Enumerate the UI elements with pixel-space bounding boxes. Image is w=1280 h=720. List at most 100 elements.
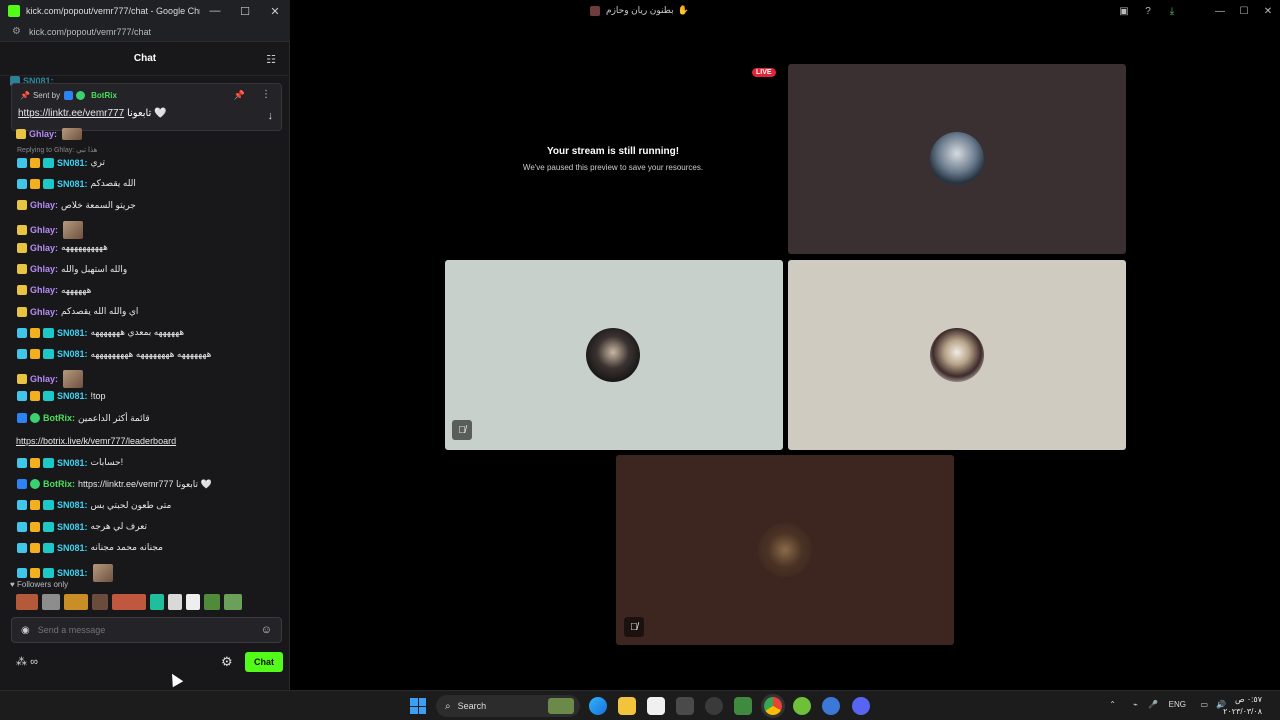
chat-message: SN081: هههههههه ههههههههه هههههههههه xyxy=(17,349,282,360)
windows-start-icon[interactable] xyxy=(410,698,426,714)
pinned-content: https://linktr.ee/vemr777 تابعونا 🤍 xyxy=(18,108,167,119)
emote-item[interactable] xyxy=(168,594,182,610)
chat-text: https://linktr.ee/vemr777 تابعونا 🤍 xyxy=(78,478,212,489)
subscriber-badge-icon xyxy=(17,349,27,360)
app-green-icon[interactable] xyxy=(793,697,811,715)
expand-down-icon[interactable]: ↓ xyxy=(268,110,274,122)
tray-chevron-icon[interactable]: ⌃ xyxy=(1109,700,1116,709)
more-options-icon[interactable]: ⋮ xyxy=(261,89,271,100)
chat-username[interactable]: SN081: xyxy=(57,328,88,338)
file-explorer-icon[interactable] xyxy=(618,697,636,715)
participant-tile[interactable] xyxy=(788,64,1126,254)
emote-item[interactable] xyxy=(16,594,38,610)
minimize-icon[interactable]: — xyxy=(200,5,230,17)
chat-username[interactable]: BotRix: xyxy=(43,479,75,489)
chat-username[interactable]: Ghlay: xyxy=(30,307,58,317)
popout-titlebar: kick.com/popout/vemr777/chat - Google Ch… xyxy=(0,0,290,22)
mic-icon[interactable]: 🎤 xyxy=(1148,700,1158,709)
smiley-icon[interactable]: ☺ xyxy=(261,624,272,636)
chat-username[interactable]: Ghlay: xyxy=(30,200,58,210)
emote-item[interactable] xyxy=(112,594,146,610)
discord-icon[interactable] xyxy=(852,697,870,715)
chat-username[interactable]: SN081: xyxy=(57,522,88,532)
heart-icon: ♥ xyxy=(10,580,15,589)
store-icon[interactable] xyxy=(647,697,665,715)
subscriber-badge-icon xyxy=(17,457,27,468)
crown-badge-icon xyxy=(30,542,40,553)
edge-icon[interactable] xyxy=(589,697,607,715)
chat-message: https://botrix.live/k/vemr777/leaderboar… xyxy=(16,436,281,446)
chat-username[interactable]: Ghlay: xyxy=(30,225,58,235)
live-badge: LIVE xyxy=(752,68,776,77)
emote-item[interactable] xyxy=(186,594,200,610)
chat-footer: ⁂ ∞ ⚙ Chat xyxy=(0,650,290,676)
participant-tile[interactable]: 🎙̸ xyxy=(445,260,783,450)
chat-link[interactable]: https://botrix.live/k/vemr777/leaderboar… xyxy=(16,436,176,446)
chat-message: Ghlay: والله استهبل والله xyxy=(17,264,282,275)
search-highlight-icon xyxy=(548,698,574,714)
pinned-bot-name[interactable]: BotRix xyxy=(91,91,117,100)
language-indicator[interactable]: ENG xyxy=(1169,700,1186,709)
chat-username[interactable]: SN081: xyxy=(57,500,88,510)
chat-username[interactable]: SN081: xyxy=(57,543,88,553)
pinned-link[interactable]: https://linktr.ee/vemr777 xyxy=(18,108,124,119)
sub-badge-icon xyxy=(17,264,27,274)
close-icon[interactable]: ✕ xyxy=(260,5,290,18)
sub-gifter-badge-icon xyxy=(43,500,54,511)
chat-username[interactable]: SN081: xyxy=(57,568,88,578)
close-icon[interactable]: ✕ xyxy=(1256,6,1280,17)
chat-message: Ghlay: ههههههههههه xyxy=(17,242,282,253)
chat-username[interactable]: SN081: xyxy=(57,158,88,168)
site-settings-icon[interactable]: ⚙ xyxy=(12,26,21,37)
crown-badge-icon xyxy=(30,327,40,338)
help-icon[interactable]: ? xyxy=(1136,6,1160,17)
chat-username[interactable]: Ghlay: xyxy=(30,285,58,295)
chat-username[interactable]: Ghlay: xyxy=(30,243,58,253)
participant-tile[interactable] xyxy=(788,260,1126,450)
points-display[interactable]: ⁂ ∞ xyxy=(16,655,38,668)
paused-subtext: We've paused this preview to save your r… xyxy=(522,163,704,172)
pinned-sent-by: Sent by xyxy=(32,91,61,100)
chat-username[interactable]: SN081: xyxy=(57,391,88,401)
pinned-message[interactable]: 📌 Sent by BotRix 📌 ⋮ https://linktr.ee/v… xyxy=(11,83,282,131)
chat-username[interactable]: SN081: xyxy=(57,179,88,189)
download-icon[interactable]: ⤓ xyxy=(1160,6,1184,17)
app-hex-icon[interactable] xyxy=(676,697,694,715)
emote-picker-icon[interactable]: ◉ xyxy=(21,625,30,636)
chat-settings-icon[interactable]: ⚙ xyxy=(221,654,233,670)
popout-url-bar[interactable]: ⚙ kick.com/popout/vemr777/chat xyxy=(0,22,290,42)
message-input[interactable] xyxy=(37,625,238,635)
app-blue-icon[interactable] xyxy=(822,697,840,715)
display-icon[interactable]: ▭ xyxy=(1200,700,1208,709)
pin-icon[interactable]: 📌 xyxy=(234,90,245,101)
chat-username[interactable]: Ghlay: xyxy=(30,264,58,274)
emote-item[interactable] xyxy=(64,594,88,610)
chat-message: Ghlay: جريتو السمعة خلاص xyxy=(17,200,282,211)
chat-username[interactable]: Ghlay: xyxy=(29,129,57,139)
emote-item[interactable] xyxy=(204,594,220,610)
clock-app-icon[interactable] xyxy=(705,697,723,715)
chat-message: Ghlay: xyxy=(17,370,282,388)
chat-username[interactable]: BotRix: xyxy=(43,413,75,423)
taskbar-search[interactable]: ⌕ Search xyxy=(436,695,580,717)
send-chat-button[interactable]: Chat xyxy=(245,652,283,672)
chat-username[interactable]: SN081: xyxy=(57,458,88,468)
maximize-icon[interactable]: ☐ xyxy=(1232,6,1256,17)
emote-item[interactable] xyxy=(92,594,108,610)
message-input-box[interactable]: ◉ ☺ xyxy=(11,617,282,643)
chat-username[interactable]: SN081: xyxy=(57,349,88,359)
emote-item[interactable] xyxy=(150,594,164,610)
taskbar-clock[interactable]: ٠:٥٧ ص ٢٠٢٣/٠٣/٠٨ xyxy=(1223,694,1262,718)
participant-tile[interactable]: 🎙̸ xyxy=(616,455,954,645)
crown-badge-icon xyxy=(30,349,40,360)
chatters-icon[interactable]: ☷ xyxy=(266,53,276,66)
minimize-icon[interactable]: — xyxy=(1208,6,1232,17)
network-icon[interactable]: ⌁ xyxy=(1133,700,1138,709)
cast-icon[interactable]: ▣ xyxy=(1112,6,1136,17)
chat-username[interactable]: Ghlay: xyxy=(30,374,58,384)
image-app-icon[interactable] xyxy=(734,697,752,715)
emote-item[interactable] xyxy=(224,594,242,610)
maximize-icon[interactable]: ☐ xyxy=(230,5,260,18)
emote-item[interactable] xyxy=(42,594,60,610)
chrome-icon[interactable] xyxy=(764,697,782,715)
